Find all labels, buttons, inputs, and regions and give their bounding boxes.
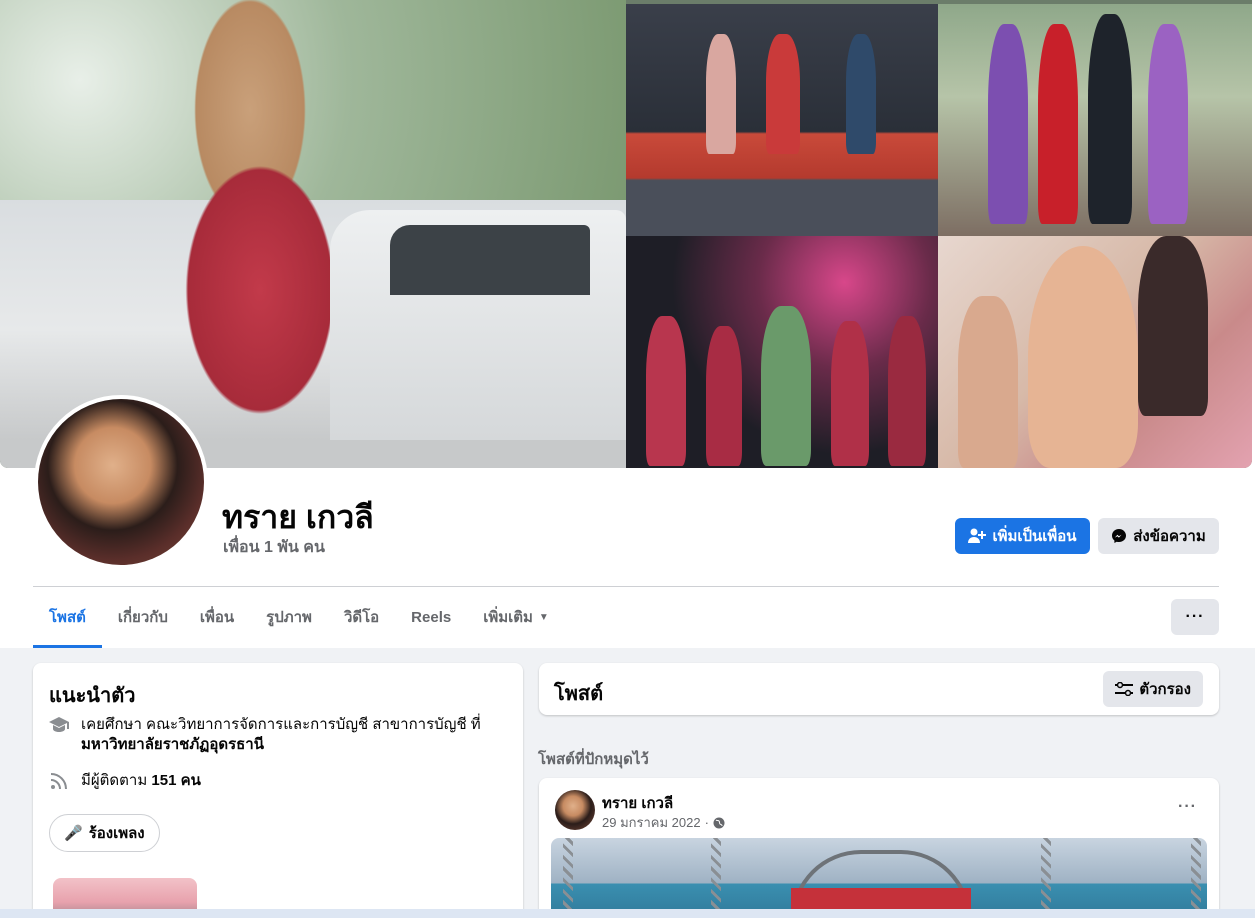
tab-videos[interactable]: วิดีโอ: [328, 588, 395, 646]
hobby-chip[interactable]: 🎤 ร้องเพลง: [49, 814, 160, 852]
cover-photo-tile: [626, 4, 938, 236]
tab-label: เกี่ยวกับ: [117, 609, 168, 626]
post-photo[interactable]: [551, 838, 1207, 918]
filter-icon: [1115, 682, 1134, 696]
tab-label: เพิ่มเติม: [483, 609, 533, 626]
graduation-cap-icon: [49, 715, 69, 735]
tab-about[interactable]: เกี่ยวกับ: [102, 588, 184, 646]
profile-more-button[interactable]: ···: [1171, 599, 1219, 635]
hobby-label: ร้องเพลง: [88, 825, 145, 842]
tab-label: เพื่อน: [199, 609, 235, 626]
tab-more[interactable]: เพิ่มเติม ▼: [467, 588, 565, 646]
cover-car-window: [390, 225, 590, 295]
education-prefix: เคยศึกษา คณะวิทยาการจัดการและการบัญชี สา…: [81, 716, 481, 733]
profile-header: ทราย เกวลี เพื่อน 1 พัน คน เพิ่มเป็นเพื่…: [0, 0, 1255, 648]
post-more-button[interactable]: ···: [1178, 798, 1197, 816]
add-friend-button[interactable]: เพิ่มเป็นเพื่อน: [955, 518, 1090, 554]
stage-truss: [1191, 838, 1201, 918]
followers-text: มีผู้ติดตาม 151 คน: [81, 771, 201, 791]
posts-title: โพสต์: [554, 683, 604, 705]
profile-tabs: โพสต์ เกี่ยวกับ เพื่อน รูปภาพ วิดีโอ Ree…: [33, 588, 565, 648]
tab-posts[interactable]: โพสต์: [33, 588, 102, 648]
tab-friends[interactable]: เพื่อน: [184, 588, 250, 646]
tab-label: รูปภาพ: [266, 609, 312, 626]
posts-header-card: โพสต์ ตัวกรอง: [539, 663, 1219, 715]
post-author-avatar[interactable]: [555, 790, 595, 830]
avatar: [38, 399, 204, 565]
message-button[interactable]: ส่งข้อความ: [1098, 518, 1219, 554]
pinned-post: ทราย เกวลี 29 มกราคม 2022 · ···: [539, 778, 1219, 918]
education-school[interactable]: มหาวิทยาลัยราชภัฏอุดรธานี: [81, 736, 264, 753]
separator-dot: ·: [704, 815, 709, 830]
profile-picture[interactable]: [34, 395, 208, 569]
caret-down-icon: ▼: [538, 611, 549, 623]
post-meta: 29 มกราคม 2022 ·: [602, 812, 725, 833]
intro-education: เคยศึกษา คณะวิทยาการจัดการและการบัญชี สา…: [49, 715, 481, 755]
bottom-bar: [0, 909, 1255, 918]
education-text: เคยศึกษา คณะวิทยาการจัดการและการบัญชี สา…: [81, 715, 481, 755]
intro-followers: มีผู้ติดตาม 151 คน: [49, 771, 201, 791]
message-label: ส่งข้อความ: [1133, 528, 1206, 545]
filter-button[interactable]: ตัวกรอง: [1103, 671, 1203, 707]
filter-label: ตัวกรอง: [1139, 681, 1191, 698]
messenger-icon: [1112, 529, 1127, 543]
pinned-posts-label: โพสต์ที่ปักหมุดไว้: [538, 751, 649, 768]
intro-card: แนะนำตัว เคยศึกษา คณะวิทยาการจัดการและกา…: [33, 663, 523, 918]
cover-photo[interactable]: [0, 0, 1252, 468]
tab-label: โพสต์: [49, 608, 86, 626]
stage-truss: [711, 838, 721, 918]
cover-photo-tile: [938, 4, 1252, 236]
tab-label: วิดีโอ: [343, 609, 380, 626]
cover-photo-tile: [938, 236, 1252, 468]
tab-photos[interactable]: รูปภาพ: [250, 588, 328, 646]
followers-prefix: มีผู้ติดตาม: [81, 772, 148, 789]
intro-title: แนะนำตัว: [49, 685, 136, 707]
stage-truss: [1041, 838, 1051, 918]
header-divider: [33, 586, 1219, 587]
friend-count[interactable]: เพื่อน 1 พัน คน: [223, 535, 325, 560]
rss-icon: [49, 771, 69, 791]
microphone-icon: 🎤: [64, 825, 83, 842]
post-date[interactable]: 29 มกราคม 2022: [602, 812, 701, 833]
tab-label: Reels: [411, 608, 452, 626]
stage-truss: [563, 838, 573, 918]
globe-icon: [713, 817, 725, 828]
cover-photo-tile: [626, 236, 938, 468]
followers-count[interactable]: 151 คน: [151, 772, 200, 789]
tab-reels[interactable]: Reels: [395, 588, 467, 646]
add-friend-label: เพิ่มเป็นเพื่อน: [992, 528, 1077, 545]
add-friend-icon: [968, 528, 987, 543]
